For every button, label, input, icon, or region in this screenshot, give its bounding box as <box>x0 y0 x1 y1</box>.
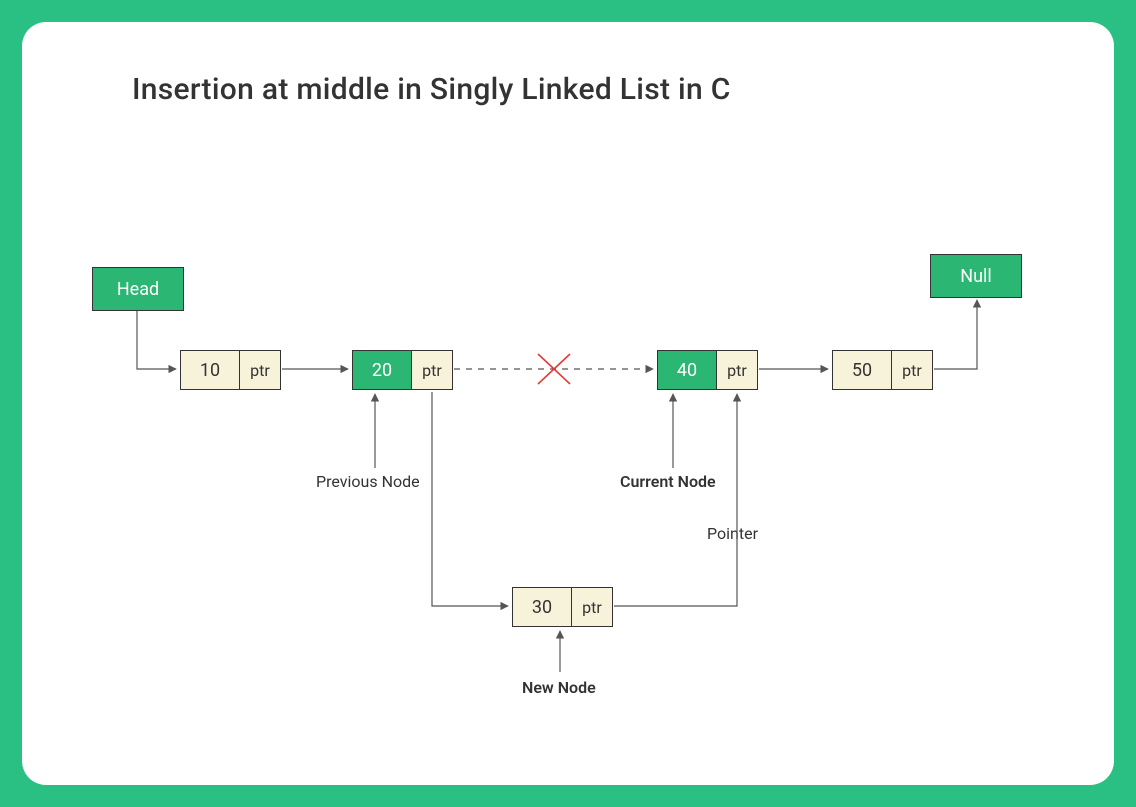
head-label: Head <box>117 279 159 300</box>
current-node-label: Current Node <box>620 472 716 491</box>
node-40-value: 40 <box>658 351 717 389</box>
node-50-ptr: ptr <box>892 351 932 389</box>
new-node-label: New Node <box>522 678 596 697</box>
arrow-20-to-30 <box>432 392 508 606</box>
node-20-value: 20 <box>353 351 412 389</box>
node-20: 20 ptr <box>352 350 453 390</box>
arrow-50-to-null <box>934 300 977 369</box>
arrow-30-to-40 <box>614 394 737 606</box>
null-label: Null <box>960 266 992 287</box>
node-10-ptr: ptr <box>240 351 280 389</box>
null-box: Null <box>930 254 1022 298</box>
outer-frame: Insertion at middle in Singly Linked Lis… <box>0 0 1136 807</box>
head-box: Head <box>92 267 184 311</box>
pointer-label: Pointer <box>707 524 758 543</box>
node-30: 30 ptr <box>512 587 613 627</box>
node-30-value: 30 <box>513 588 572 626</box>
node-40-ptr: ptr <box>717 351 757 389</box>
node-10: 10 ptr <box>180 350 281 390</box>
node-20-ptr: ptr <box>412 351 452 389</box>
broken-link-cross-icon <box>538 354 570 384</box>
node-40: 40 ptr <box>657 350 758 390</box>
node-50-value: 50 <box>833 351 892 389</box>
node-30-ptr: ptr <box>572 588 612 626</box>
diagram-title: Insertion at middle in Singly Linked Lis… <box>132 72 731 107</box>
diagram-canvas: Insertion at middle in Singly Linked Lis… <box>22 22 1114 785</box>
node-50: 50 ptr <box>832 350 933 390</box>
previous-node-label: Previous Node <box>316 472 420 491</box>
node-10-value: 10 <box>181 351 240 389</box>
arrow-head-to-10 <box>137 311 176 369</box>
connectors-svg <box>22 22 1114 785</box>
